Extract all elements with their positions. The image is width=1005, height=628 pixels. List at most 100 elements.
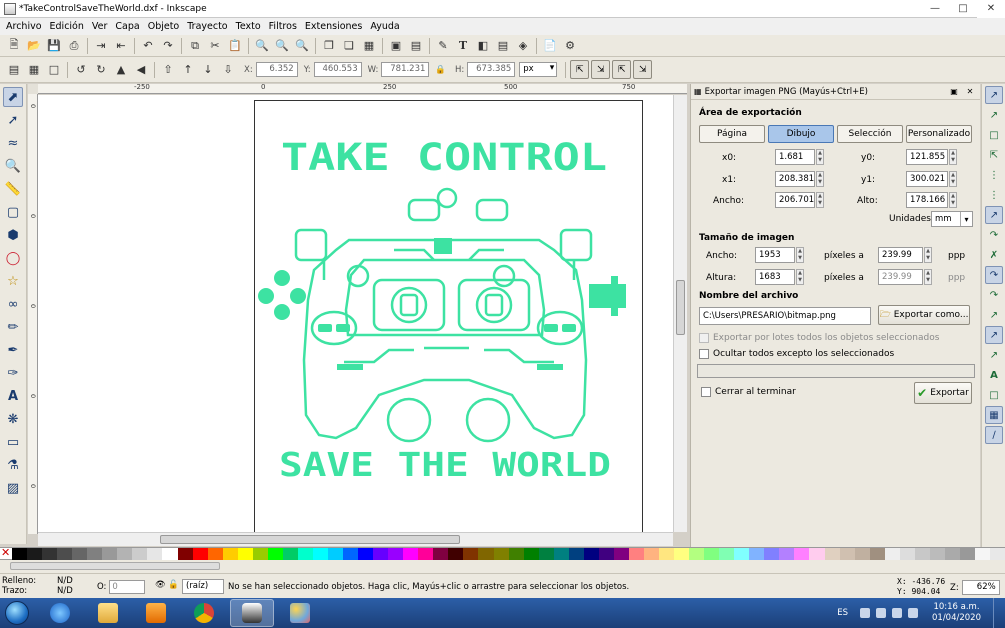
color-swatch[interactable]	[117, 548, 133, 560]
duplicate-icon[interactable]: ❐	[321, 37, 338, 54]
eraser-tool-icon[interactable]: ▭	[3, 432, 23, 452]
copy-icon[interactable]: ⧉	[187, 37, 204, 54]
color-swatch[interactable]	[674, 548, 690, 560]
color-swatch[interactable]	[749, 548, 765, 560]
export-icon[interactable]: ⇤	[113, 37, 130, 54]
color-swatch[interactable]	[102, 548, 118, 560]
export-as-button[interactable]: 🗁 Exportar como...	[878, 305, 970, 325]
clone-icon[interactable]: ❏	[341, 37, 358, 54]
bucket-tool-icon[interactable]: ⚗	[3, 455, 23, 475]
tab-seleccion[interactable]: Selección	[837, 125, 903, 143]
w-field[interactable]: 781.231	[381, 62, 430, 77]
color-swatch[interactable]	[779, 548, 795, 560]
vertical-scrollbar[interactable]	[673, 95, 687, 532]
fill-stroke-icon[interactable]: ✎	[435, 37, 452, 54]
y1-field[interactable]: 300.021	[906, 171, 948, 187]
color-swatch[interactable]	[523, 548, 539, 560]
color-swatch[interactable]	[162, 548, 178, 560]
redo-icon[interactable]: ↷	[160, 37, 177, 54]
x1-spin-arrows[interactable]: ▲ ▼	[816, 171, 824, 187]
snap-smooth-icon[interactable]: ↷	[985, 286, 1003, 304]
start-button[interactable]	[0, 598, 34, 628]
filename-input[interactable]: C:\Users\PRESARIO\bitmap.png	[699, 307, 871, 325]
ungroup-icon[interactable]: ▤	[408, 37, 425, 54]
calligraphy-tool-icon[interactable]: ✑	[3, 363, 23, 383]
color-swatch[interactable]	[403, 548, 419, 560]
dialog-collapse-icon[interactable]: ▣	[948, 86, 960, 98]
transform-icon[interactable]: ◈	[515, 37, 532, 54]
color-swatch[interactable]	[659, 548, 675, 560]
3d-box-tool-icon[interactable]: ⬢	[3, 225, 23, 245]
color-swatch[interactable]	[192, 548, 208, 560]
measure-tool-icon[interactable]: 📏	[3, 179, 23, 199]
taskbar-chrome[interactable]	[182, 599, 226, 627]
color-swatch[interactable]	[312, 548, 328, 560]
scale-corners-icon[interactable]: ⇲	[591, 60, 611, 79]
rotate-cw-icon[interactable]: ↻	[93, 61, 110, 78]
clock[interactable]: 10:16 a.m. 01/04/2020	[932, 602, 981, 624]
horizontal-scrollbar[interactable]	[38, 532, 673, 546]
color-swatch[interactable]	[869, 548, 885, 560]
color-swatch[interactable]	[914, 548, 930, 560]
h-field[interactable]: 673.385	[467, 62, 516, 77]
snap-rotation-center-icon[interactable]: ↗	[985, 346, 1003, 364]
color-swatch[interactable]	[568, 548, 584, 560]
color-swatch[interactable]	[222, 548, 238, 560]
img-ancho-field[interactable]: 1953	[755, 247, 795, 263]
layer-lock-icon[interactable]: 🔓	[168, 580, 179, 590]
y1-spin-arrows[interactable]: ▲ ▼	[949, 171, 957, 187]
volume-icon[interactable]	[908, 608, 918, 618]
action-center-flag-icon[interactable]	[876, 608, 886, 618]
color-swatch[interactable]	[734, 548, 750, 560]
snap-nodes-icon[interactable]: ↗	[985, 206, 1003, 224]
language-indicator[interactable]: ES	[837, 608, 848, 618]
snap-midpoint-icon[interactable]: ↗	[985, 306, 1003, 324]
group-icon[interactable]: ▣	[388, 37, 405, 54]
lock-icon[interactable]: 🔒	[435, 65, 446, 75]
tweak-tool-icon[interactable]: ≈	[3, 133, 23, 153]
taskbar-internet-explorer[interactable]	[38, 599, 82, 627]
snap-guide-icon[interactable]: ∕	[985, 426, 1003, 444]
color-swatch[interactable]	[57, 548, 73, 560]
color-swatch[interactable]	[854, 548, 870, 560]
transform-patterns-icon[interactable]: ⇲	[633, 60, 653, 79]
menu-edicion[interactable]: Edición	[46, 21, 88, 32]
color-swatch[interactable]	[12, 548, 28, 560]
menu-ver[interactable]: Ver	[88, 21, 112, 32]
color-swatch[interactable]	[343, 548, 359, 560]
show-desktop-button[interactable]	[993, 598, 1005, 628]
color-swatch[interactable]	[583, 548, 599, 560]
menu-objeto[interactable]: Objeto	[144, 21, 184, 32]
palette-scroll-thumb[interactable]	[10, 562, 220, 570]
color-swatch[interactable]	[794, 548, 810, 560]
color-swatch[interactable]	[42, 548, 58, 560]
flip-horizontal-icon[interactable]: ▲	[113, 61, 130, 78]
color-swatch[interactable]	[628, 548, 644, 560]
select-all-layers-icon[interactable]: ▦	[26, 61, 43, 78]
hide-others-checkbox-box[interactable]	[699, 349, 709, 359]
select-all-icon[interactable]: ▤	[6, 61, 23, 78]
color-swatch[interactable]	[177, 548, 193, 560]
ancho-spin-arrows[interactable]: ▲ ▼	[816, 192, 824, 208]
snap-cusp-icon[interactable]: ↷	[985, 266, 1003, 284]
color-swatch[interactable]	[689, 548, 705, 560]
color-palette[interactable]	[0, 546, 1005, 560]
zoom-page-icon[interactable]: 🔍	[294, 37, 311, 54]
maximize-button[interactable]: □	[949, 0, 977, 18]
snap-bbox-center-icon[interactable]: ⋮	[985, 186, 1003, 204]
snap-path-icon[interactable]: ↷	[985, 226, 1003, 244]
color-swatch[interactable]	[824, 548, 840, 560]
menu-ayuda[interactable]: Ayuda	[366, 21, 403, 32]
color-swatch[interactable]	[704, 548, 720, 560]
color-swatch[interactable]	[613, 548, 629, 560]
color-swatch[interactable]	[538, 548, 554, 560]
color-swatch[interactable]	[418, 548, 434, 560]
color-swatch[interactable]	[990, 548, 1005, 560]
ancho-field[interactable]: 206.701	[775, 192, 815, 208]
color-swatch[interactable]	[598, 548, 614, 560]
color-swatch[interactable]	[899, 548, 915, 560]
text-tool-icon[interactable]: A	[3, 386, 23, 406]
raise-icon[interactable]: ↑	[180, 61, 197, 78]
img-ancho-spin-arrows[interactable]: ▲ ▼	[796, 247, 804, 263]
color-swatch[interactable]	[508, 548, 524, 560]
